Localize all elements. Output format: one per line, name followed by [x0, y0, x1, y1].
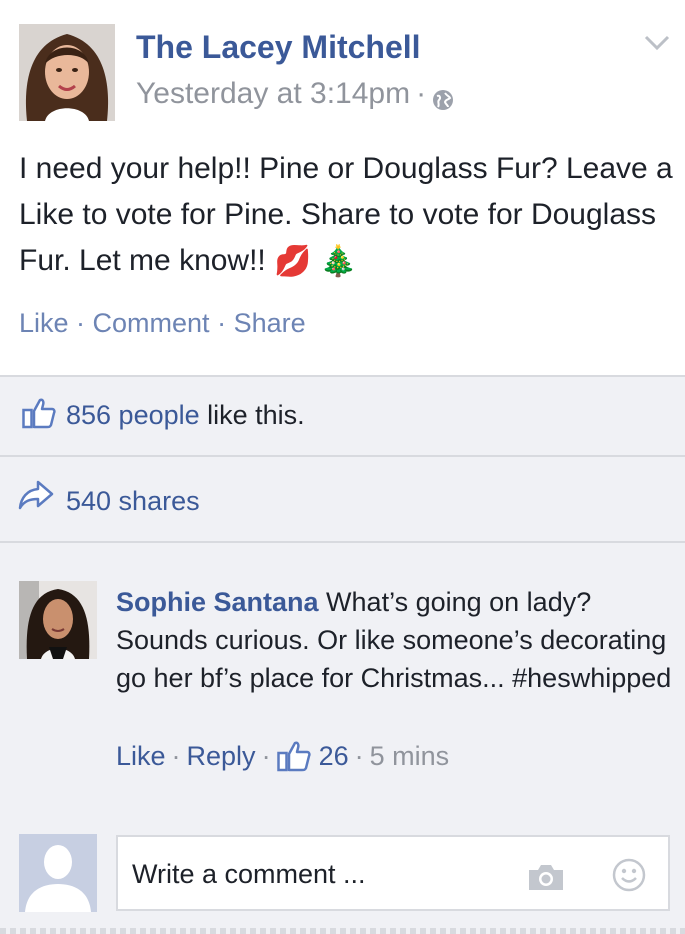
chevron-down-icon[interactable] [644, 34, 670, 52]
comment-separator: · [261, 740, 271, 771]
likes-text: 856 people like this. [66, 400, 305, 431]
thumbs-up-icon [22, 397, 56, 429]
lips-emoji: 💋 [274, 245, 312, 279]
comment-reply-link[interactable]: Reply [187, 741, 256, 772]
post-card: The Lacey Mitchell Yesterday at 3:14pm ·… [0, 0, 685, 375]
comment-time: 5 mins [369, 740, 450, 771]
bottom-edge [0, 928, 685, 934]
meta-separator: · [416, 77, 427, 110]
likes-count[interactable]: 856 people [66, 400, 200, 430]
shares-summary[interactable]: 540 shares [0, 457, 685, 541]
post-author-name[interactable]: The Lacey Mitchell [136, 29, 421, 66]
user-avatar-placeholder [19, 834, 97, 912]
thumbs-up-icon [276, 740, 311, 772]
comment-separator: · [171, 740, 181, 771]
comment-link[interactable]: Comment [93, 308, 210, 338]
comment-placeholder: Write a comment ... [132, 859, 366, 889]
share-arrow-icon [18, 479, 54, 511]
likes-summary[interactable]: 856 people like this. [0, 377, 685, 455]
smiley-icon[interactable] [612, 858, 646, 892]
action-separator: · [68, 308, 93, 338]
comment-body: Sophie Santana What’s going on lady? Sou… [116, 583, 676, 697]
author-avatar[interactable] [19, 24, 115, 121]
comment-separator: · [354, 740, 364, 771]
comment-composer: Write a comment ... [0, 823, 685, 934]
post-timestamp[interactable]: Yesterday at 3:14pm [136, 77, 410, 111]
like-link[interactable]: Like [19, 308, 69, 338]
comment-input[interactable]: Write a comment ... [116, 835, 670, 911]
comment-actions: Like · Reply · 26 · 5 mins [116, 740, 449, 772]
share-link[interactable]: Share [234, 308, 306, 338]
likes-suffix: like this. [199, 400, 305, 430]
camera-icon[interactable] [527, 862, 565, 892]
commenter-name[interactable]: Sophie Santana [116, 587, 319, 617]
post-body: I need your help!! Pine or Douglass Fur?… [19, 146, 679, 285]
commenter-avatar[interactable] [19, 581, 97, 659]
post-actions: Like · Comment · Share [19, 308, 306, 339]
comment-like-count[interactable]: 26 [319, 741, 349, 772]
comment-item: Sophie Santana What’s going on lady? Sou… [0, 543, 685, 823]
post-meta: Yesterday at 3:14pm · [136, 77, 454, 111]
action-separator: · [209, 308, 234, 338]
shares-count[interactable]: 540 shares [66, 486, 200, 517]
globe-icon [432, 85, 454, 110]
christmas-tree-emoji: 🎄 [319, 245, 358, 279]
comment-like-link[interactable]: Like [116, 741, 166, 772]
